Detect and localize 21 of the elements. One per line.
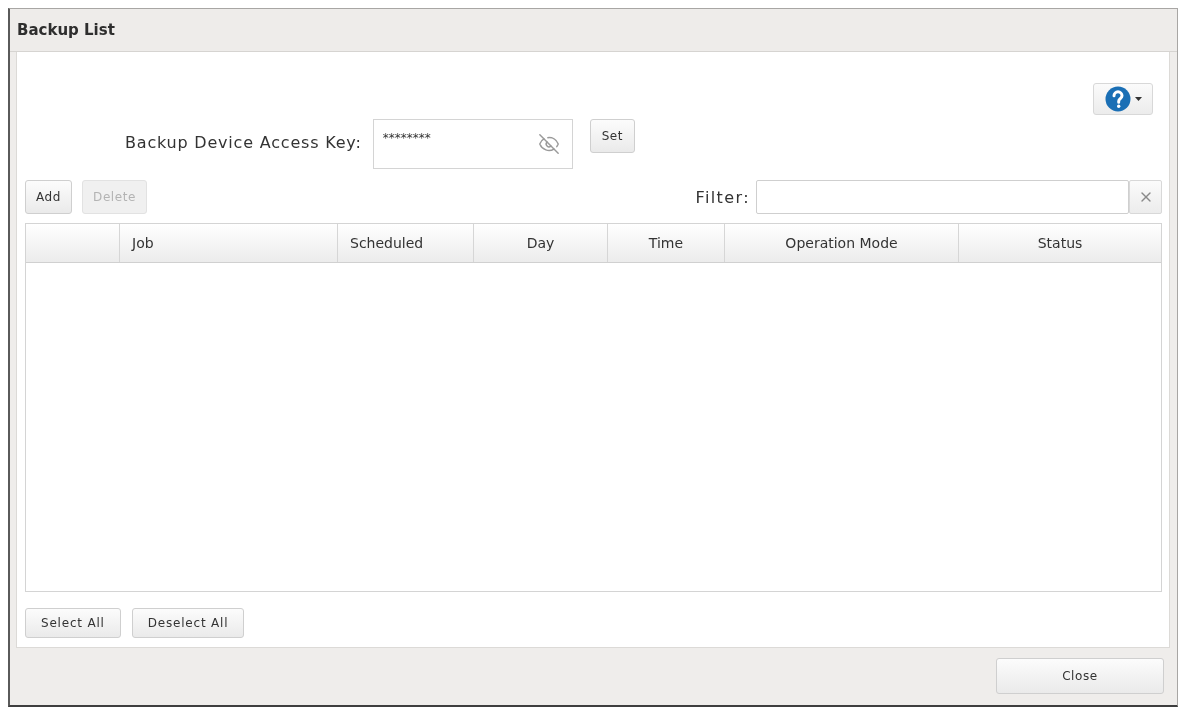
selection-button[interactable]: Deselect All bbox=[131, 608, 245, 638]
toolbar-button[interactable]: Add bbox=[25, 180, 73, 214]
column-header[interactable]: Time bbox=[608, 224, 725, 262]
filter-label: Filter: bbox=[695, 187, 750, 207]
column-header[interactable]: Job bbox=[120, 224, 338, 262]
column-header[interactable]: Operation Mode bbox=[725, 224, 959, 262]
filter-field[interactable] bbox=[756, 180, 1129, 214]
window-title: Backup List bbox=[17, 21, 115, 39]
eye-slash-icon[interactable] bbox=[537, 133, 560, 155]
column-header[interactable]: Day bbox=[474, 224, 608, 262]
close-button[interactable]: Close bbox=[996, 658, 1164, 694]
help-button[interactable] bbox=[1093, 83, 1153, 115]
access-key-label: Backup Device Access Key: bbox=[125, 133, 362, 152]
access-key-field[interactable]: ******** bbox=[372, 119, 573, 169]
caret-icon bbox=[1134, 97, 1142, 101]
column-header[interactable]: Scheduled bbox=[338, 224, 474, 262]
set-button[interactable]: Set bbox=[589, 119, 636, 153]
selection-button[interactable]: Select All bbox=[25, 608, 121, 638]
clear-filter-button[interactable] bbox=[1129, 180, 1162, 214]
help-icon bbox=[1104, 86, 1131, 112]
column-header[interactable]: Status bbox=[959, 224, 1161, 262]
